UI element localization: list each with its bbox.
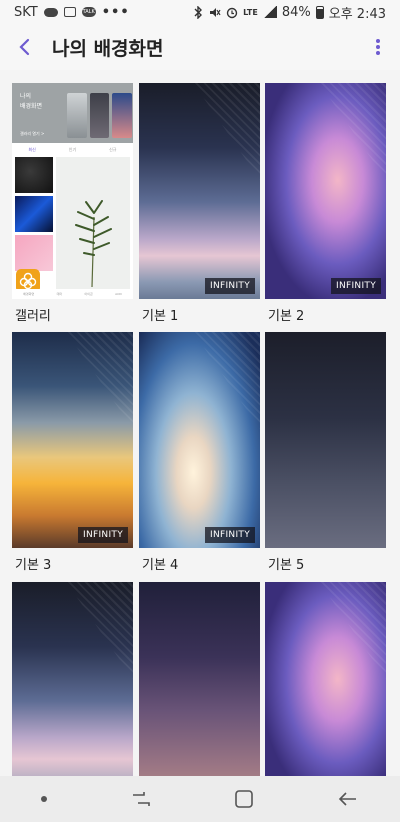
gallery-preview-title-2: 배경화면: [20, 103, 43, 110]
gallery-tile[interactable]: 나의 배경화면 갤러리 열기 > 최신 인기 신규 배경화면 테마 아이콘 AO…: [12, 83, 133, 324]
talk-icon: TALK: [81, 7, 96, 17]
back-button[interactable]: [0, 24, 48, 70]
stripe-pattern: [319, 83, 386, 181]
app-bar: 나의 배경화면: [0, 24, 400, 70]
signal-icon: [262, 6, 277, 18]
wallpaper-thumbnail: INFINITY: [139, 332, 260, 548]
battery-percent: 84%: [281, 4, 311, 20]
wallpaper-label: 기본 4: [142, 558, 179, 573]
home-icon[interactable]: [234, 789, 254, 809]
wallpaper-thumbnail: [265, 332, 386, 548]
navigation-bar: [0, 776, 400, 822]
cloud-icon: [43, 7, 58, 17]
wallpaper-label: 기본 1: [142, 309, 179, 324]
gallery-preview-link: 갤러리 열기 >: [20, 131, 45, 136]
recent-apps-icon[interactable]: [130, 790, 152, 808]
gallery-bottom-tab: 테마: [56, 292, 63, 296]
gallery-preview-header: 나의 배경화면 갤러리 열기 >: [12, 83, 133, 143]
gallery-preview-tabs: 최신 인기 신규: [12, 143, 133, 157]
status-bar: SKT TALK ••• LTE 84% 오후 2:43: [0, 0, 400, 24]
stripe-pattern: [193, 83, 260, 181]
stripe-pattern: [66, 332, 133, 430]
more-options-button[interactable]: [356, 24, 400, 70]
gallery-bottom-tab: AOD: [115, 292, 122, 296]
gallery-preview-screens: [67, 93, 133, 138]
wallpaper-tile-6[interactable]: [12, 582, 133, 776]
infinity-badge: INFINITY: [78, 527, 128, 543]
wallpaper-tile-5[interactable]: 기본 5: [265, 332, 386, 573]
gallery-preview-bottom-tabs: 배경화면 테마 아이콘 AOD: [12, 289, 133, 299]
gallery-tab-1: 최신: [28, 147, 36, 152]
gallery-tab-2: 인기: [68, 147, 77, 152]
wallpaper-tile-8[interactable]: [265, 582, 386, 776]
wallpaper-tile-4[interactable]: INFINITY 기본 4: [139, 332, 260, 573]
alarm-icon: [226, 7, 238, 18]
clock: 오후 2:43: [328, 6, 386, 22]
carrier-label: SKT: [14, 4, 38, 20]
page-title: 나의 배경화면: [52, 37, 164, 60]
gallery-bottom-tab: 아이콘: [84, 292, 93, 296]
nav-dot-icon[interactable]: [41, 796, 48, 802]
gallery-preview-title-1: 나의: [20, 93, 32, 100]
wallpaper-thumbnail: INFINITY: [265, 83, 386, 299]
wallpaper-thumbnail: [265, 582, 386, 776]
stripe-pattern: [193, 332, 260, 430]
leaf-icon: [75, 200, 112, 288]
image-icon: [63, 7, 76, 17]
more-notifications-icon: •••: [101, 4, 130, 20]
gallery-bottom-tab: 배경화면: [23, 292, 35, 296]
wallpaper-label: 기본 2: [268, 309, 305, 324]
gallery-tab-3: 신규: [109, 147, 117, 152]
wallpaper-thumbnail: INFINITY: [12, 332, 133, 548]
wallpaper-tile-7[interactable]: [139, 582, 260, 776]
infinity-badge: INFINITY: [205, 527, 255, 543]
back-arrow-icon: [19, 38, 30, 56]
stripe-pattern: [319, 582, 386, 680]
battery-icon: [315, 5, 324, 19]
gallery-preview-column: [15, 157, 53, 274]
lte-label: LTE: [243, 7, 258, 17]
wallpaper-tile-2[interactable]: INFINITY 기본 2: [265, 83, 386, 324]
wallpaper-label: 기본 3: [15, 558, 52, 573]
bluetooth-icon: [194, 5, 203, 19]
wallpaper-tile-1[interactable]: INFINITY 기본 1: [139, 83, 260, 324]
back-nav-icon[interactable]: [337, 790, 359, 808]
wallpaper-grid: 나의 배경화면 갤러리 열기 > 최신 인기 신규 배경화면 테마 아이콘 AO…: [0, 70, 400, 776]
infinity-badge: INFINITY: [205, 278, 255, 294]
stripe-pattern: [66, 582, 133, 680]
wallpaper-tile-3[interactable]: INFINITY 기본 3: [12, 332, 133, 573]
mute-icon: [210, 7, 221, 17]
more-vertical-icon: [376, 39, 380, 55]
gallery-preview-leaf: [56, 157, 130, 289]
wallpaper-thumbnail: [139, 582, 260, 776]
wallpaper-thumbnail: INFINITY: [139, 83, 260, 299]
wallpaper-label: 기본 5: [268, 558, 305, 573]
wallpaper-thumbnail: [12, 582, 133, 776]
gallery-thumbnail: 나의 배경화면 갤러리 열기 > 최신 인기 신규 배경화면 테마 아이콘 AO…: [12, 83, 133, 299]
infinity-badge: INFINITY: [331, 278, 381, 294]
gallery-label: 갤러리: [15, 309, 51, 324]
